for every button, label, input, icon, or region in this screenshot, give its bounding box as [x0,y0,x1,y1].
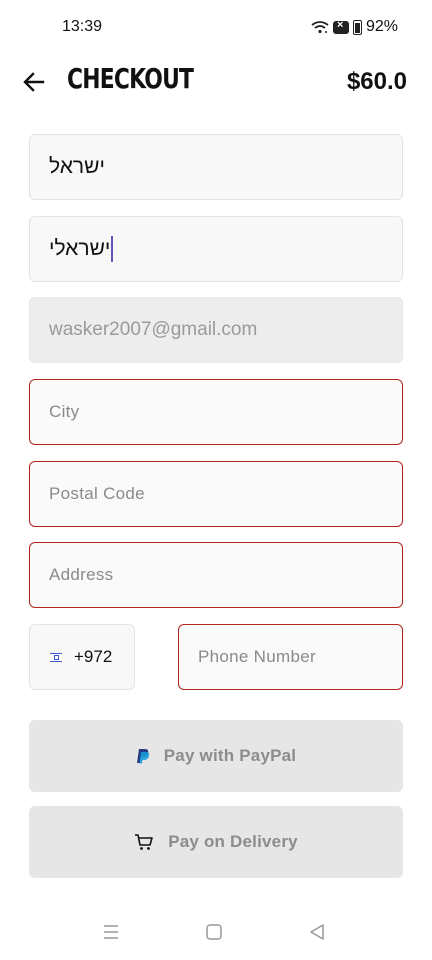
last-name-field[interactable]: ישראלי [29,216,403,282]
city-field[interactable]: City [29,379,403,445]
menu-icon[interactable] [103,924,119,940]
battery-percent: 92% [365,18,398,35]
postal-code-field[interactable]: Postal Code [29,461,403,527]
text-cursor [111,236,114,262]
pay-on-delivery-button[interactable]: Pay on Delivery [29,806,403,878]
address-placeholder: Address [49,565,114,584]
battery-icon [352,19,362,35]
last-name-value: ישראלי [49,237,111,260]
back-button[interactable] [16,66,52,98]
email-field: wasker2007@gmail.com [29,297,403,363]
system-nav-bar [0,912,432,960]
sim-error-icon [332,19,349,34]
header: CHECKOUT $60.0 [0,56,432,108]
pay-with-paypal-button[interactable]: Pay with PayPal [29,720,403,792]
cart-icon [135,834,153,850]
email-value: wasker2007@gmail.com [49,319,258,340]
wifi-icon [311,21,329,34]
total-price: $60.0 [346,68,407,95]
back-icon[interactable] [309,924,325,940]
paypal-icon [136,749,149,764]
page-title: CHECKOUT [67,62,194,95]
country-code-selector[interactable]: +972 [29,624,135,690]
address-field[interactable]: Address [29,542,403,608]
country-code-value: +972 [74,647,113,666]
postal-code-placeholder: Postal Code [49,484,145,503]
phone-number-placeholder: Phone Number [198,647,316,666]
first-name-value: ישראל [49,155,105,178]
city-placeholder: City [49,402,80,421]
status-time: 13:39 [62,18,103,35]
israel-flag-icon [50,652,62,662]
arrow-left-icon [23,72,45,92]
status-icons: 92% [311,18,398,36]
delivery-label: Pay on Delivery [168,832,298,851]
status-bar: 13:39 92% [0,0,432,56]
home-icon[interactable] [206,924,222,940]
phone-number-field[interactable]: Phone Number [178,624,403,690]
last-name-wrap: ישראלי [49,236,114,262]
paypal-label: Pay with PayPal [163,746,297,765]
first-name-field[interactable]: ישראל [29,134,403,200]
